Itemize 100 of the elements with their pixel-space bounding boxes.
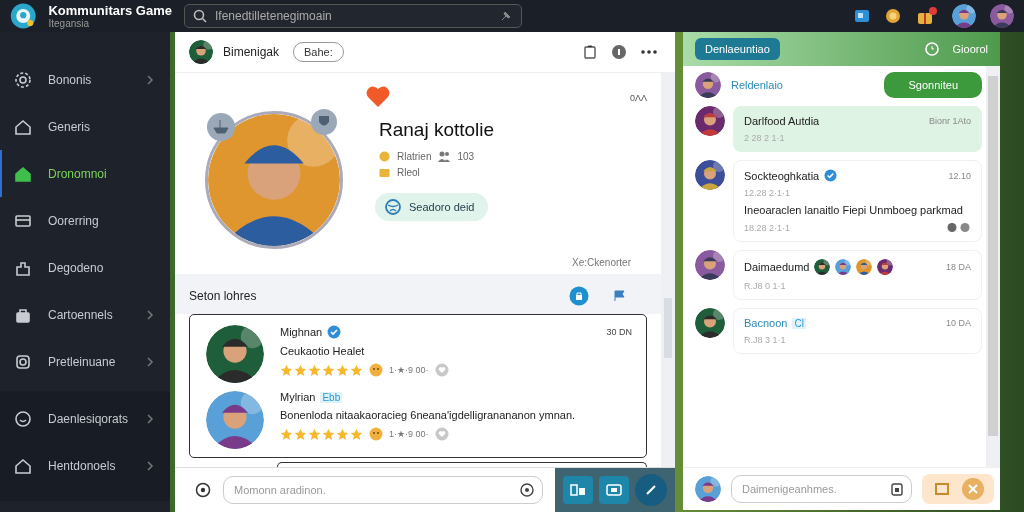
image-button[interactable]: [563, 476, 593, 504]
settings-icon[interactable]: [195, 482, 211, 498]
boat-icon: [206, 112, 236, 142]
reviewer-name: Mighnan: [280, 326, 323, 338]
timestamp: Bionr 1Ato: [928, 116, 971, 126]
header-label: Gioorol: [952, 43, 988, 55]
sidebar-item[interactable]: Pretleinuane: [0, 338, 170, 385]
gift-icon[interactable]: [916, 6, 938, 26]
sidebar-item[interactable]: Hentdonoels: [0, 442, 170, 489]
sidebar-item[interactable]: Cartoennels: [0, 291, 170, 338]
sidebar-item[interactable]: Bononis: [0, 56, 170, 103]
timestamp: 18 DA: [946, 262, 971, 272]
message-field[interactable]: Daimenigeanhmes.: [731, 475, 912, 503]
message-meta: 2 28 2 1·1: [744, 133, 786, 143]
info-icon[interactable]: [611, 44, 627, 60]
coin-icon[interactable]: [884, 7, 902, 25]
chevron-icon: [146, 413, 154, 424]
user-tag: Cl: [792, 317, 806, 329]
cross-icon: [967, 483, 979, 495]
sidebar-item[interactable]: Daenlesiqorats: [0, 395, 170, 442]
section-title: Seton lohres: [189, 289, 257, 303]
timestamp: 0ΛΛ: [629, 93, 647, 103]
review-text: Ceukaotio Healet: [280, 345, 366, 357]
scrollbar[interactable]: [661, 73, 675, 467]
review-meta: 1·★·9 00·: [389, 429, 429, 439]
star-icon: [294, 363, 307, 377]
profile-link[interactable]: Xe:Ckenorter: [572, 257, 631, 268]
sender-name: Daimaedumd: [744, 261, 810, 273]
star-icon: [280, 363, 293, 377]
camera-button[interactable]: [599, 476, 629, 504]
gear-icon: [14, 70, 32, 89]
emoji-icon[interactable]: [520, 483, 534, 497]
stat-count: 103: [457, 151, 475, 162]
action-button[interactable]: Seadoro deid: [375, 193, 489, 221]
user-name: Reldenlaio: [731, 79, 783, 91]
profile-name: Ranaj kottolie: [379, 119, 496, 141]
stat-label: Rlatrien: [397, 151, 432, 162]
attach-icon[interactable]: [891, 482, 903, 496]
pen-icon: [644, 483, 658, 497]
subscribe-button[interactable]: Sgonniteu: [884, 72, 982, 98]
people-icon: [438, 151, 451, 162]
sender-name: Sockteoghkatia: [744, 169, 820, 182]
chevron-icon: [146, 74, 154, 85]
sidebar-item[interactable]: Degodeno: [0, 244, 170, 291]
reaction-icon[interactable]: [947, 222, 971, 233]
sidebar-item[interactable]: Oorerring: [0, 197, 170, 244]
search-icon: [193, 9, 207, 23]
pin-icon[interactable]: [500, 10, 512, 22]
status-pill[interactable]: Bahe:: [293, 42, 344, 62]
chevron-icon: [146, 460, 154, 471]
star-icon: [308, 427, 321, 441]
sidebar-item[interactable]: Dronomnoi: [0, 150, 170, 197]
star-icon: [336, 363, 349, 377]
shield-icon: [310, 108, 338, 136]
send-button[interactable]: [635, 474, 667, 506]
user-tag: Ebb: [320, 391, 343, 403]
flag-icon[interactable]: [613, 290, 627, 302]
star-icon: [350, 363, 363, 377]
message-meta: R.J8 3 1·1: [744, 335, 787, 345]
star-icon: [350, 427, 363, 441]
star-icon: [336, 427, 349, 441]
review-text: Bonenloda nitaakaoracieg 6neana'igdelligranananon ymnan.: [280, 409, 577, 421]
header-button[interactable]: Denlaeuntiao: [695, 38, 780, 60]
verified-icon: [327, 325, 342, 339]
star-icon: [322, 427, 335, 441]
chevron-icon: [146, 356, 154, 367]
verified-icon: [824, 169, 838, 182]
more-icon[interactable]: [641, 50, 657, 54]
timestamp: 10 DA: [946, 318, 971, 328]
timestamp: 30 DN: [606, 327, 632, 337]
scrollbar[interactable]: [986, 66, 1000, 467]
bag-icon: [379, 167, 390, 178]
emoji-icon: [369, 427, 383, 441]
star-icon: [322, 363, 335, 377]
message-meta: 12.28 2·1·1: [744, 188, 792, 198]
chevron-icon: [146, 309, 154, 320]
coin-icon: [379, 151, 390, 162]
search-field[interactable]: Ifenedtilletenegimoain: [184, 4, 522, 28]
message-meta: R.J8 0 1·1: [744, 281, 787, 291]
clock-icon[interactable]: [924, 42, 939, 56]
window-icon[interactable]: [854, 8, 870, 24]
layout-icon: [570, 484, 586, 496]
sender-name: Darlfood Autdia: [744, 115, 820, 127]
stat-label: Rleol: [397, 167, 420, 178]
home-icon: [14, 456, 32, 475]
message-field[interactable]: Momonn aradinon.: [223, 476, 543, 504]
clipboard-icon[interactable]: [583, 45, 597, 59]
heart-icon[interactable]: [365, 85, 391, 109]
reviewer-name: Mylrian: [280, 391, 316, 403]
app-subtitle: Itegansia: [48, 18, 91, 29]
review-meta: 1·★·9 00·: [389, 365, 429, 375]
message-meta: 18.28 2·1·1: [744, 222, 791, 233]
smile-icon: [14, 409, 32, 428]
house-icon: [14, 164, 32, 183]
home-icon: [14, 117, 32, 136]
star-icon: [280, 427, 293, 441]
star-icon: [294, 427, 307, 441]
star-icon: [308, 363, 321, 377]
sidebar-item[interactable]: Generis: [0, 103, 170, 150]
sender-name: Bacnoon: [744, 317, 788, 329]
